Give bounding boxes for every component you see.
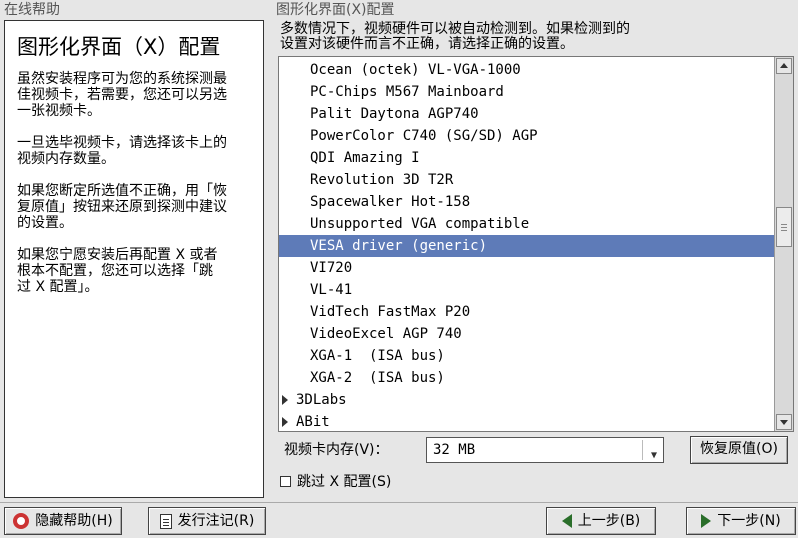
list-group-item[interactable]: 3DLabs: [279, 389, 775, 411]
skip-x-config-checkbox[interactable]: 跳过 X 配置(S): [280, 473, 391, 491]
select-separator: [642, 440, 643, 460]
document-icon: [159, 513, 172, 529]
checkbox-icon[interactable]: [280, 476, 291, 487]
next-button[interactable]: 下一步(N): [686, 507, 796, 535]
arrow-left-icon: [561, 514, 572, 528]
list-item[interactable]: PC-Chips M567 Mainboard: [279, 81, 775, 103]
back-button[interactable]: 上一步(B): [546, 507, 656, 535]
help-panel: 图形化界面（X）配置 虽然安装程序可为您的系统探测最 佳视频卡，若需要，您还可以…: [4, 20, 264, 498]
release-notes-button[interactable]: 发行注记(R): [148, 507, 266, 535]
list-group-label: ABit: [296, 414, 330, 430]
help-paragraph: 虽然安装程序可为您的系统探测最 佳视频卡，若需要，您还可以另选 一张视频卡。: [17, 71, 227, 119]
help-lifebuoy-icon: [13, 513, 30, 529]
video-memory-select[interactable]: 32 MB ▼: [426, 437, 664, 463]
list-item[interactable]: PowerColor C740 (SG/SD) AGP: [279, 125, 775, 147]
grip-icon: [781, 224, 787, 225]
list-item[interactable]: VL-41: [279, 279, 775, 301]
scroll-down-button[interactable]: [776, 414, 792, 430]
skip-x-config-label: 跳过 X 配置(S): [297, 474, 392, 490]
video-card-list[interactable]: Ocean (octek) VL-VGA-1000 PC-Chips M567 M…: [278, 56, 794, 432]
restore-defaults-button[interactable]: 恢复原值(O): [690, 436, 788, 464]
list-scrollbar[interactable]: [774, 57, 793, 431]
list-group-item[interactable]: ABit: [279, 411, 775, 431]
list-item[interactable]: Revolution 3D T2R: [279, 169, 775, 191]
list-item[interactable]: Unsupported VGA compatible: [279, 213, 775, 235]
arrow-down-icon: [780, 420, 788, 425]
back-label: 上一步(B): [577, 513, 641, 529]
bottom-divider: [0, 502, 798, 503]
list-item[interactable]: QDI Amazing I: [279, 147, 775, 169]
release-notes-label: 发行注记(R): [177, 513, 255, 529]
list-item[interactable]: XGA-1 (ISA bus): [279, 345, 775, 367]
video-card-tree[interactable]: Ocean (octek) VL-VGA-1000 PC-Chips M567 M…: [279, 59, 775, 431]
list-item[interactable]: VideoExcel AGP 740: [279, 323, 775, 345]
list-item[interactable]: VI720: [279, 257, 775, 279]
list-item[interactable]: Palit Daytona AGP740: [279, 103, 775, 125]
grip-icon: [781, 227, 787, 228]
hide-help-label: 隐藏帮助(H): [35, 513, 113, 529]
list-item[interactable]: XGA-2 (ISA bus): [279, 367, 775, 389]
next-label: 下一步(N): [717, 513, 781, 529]
list-item[interactable]: VidTech FastMax P20: [279, 301, 775, 323]
help-paragraph: 如果您断定所选值不正确，用「恢 复原值」按钮来还原到探测中建议 的设置。: [17, 183, 227, 231]
hide-help-button[interactable]: 隐藏帮助(H): [4, 507, 122, 535]
scroll-thumb[interactable]: [776, 207, 792, 247]
video-memory-label: 视频卡内存(V)：: [284, 442, 389, 458]
arrow-right-icon: [701, 514, 712, 528]
chevron-down-icon: ▼: [650, 450, 657, 461]
config-group-title: 图形化界面(X)配置: [276, 2, 395, 18]
config-intro-text: 多数情况下，视频硬件可以被自动检测到。如果检测到的 设置对该硬件而言不正确，请选…: [280, 21, 630, 52]
help-paragraph: 一旦选毕视频卡，请选择该卡上的 视频内存数量。: [17, 135, 227, 167]
arrow-up-icon: [780, 63, 788, 68]
list-item[interactable]: Ocean (octek) VL-VGA-1000: [279, 59, 775, 81]
help-paragraph: 如果您宁愿安装后再配置 X 或者 根本不配置，您还可以选择「跳 过 X 配置」。: [17, 247, 218, 295]
list-item[interactable]: Spacewalker Hot-158: [279, 191, 775, 213]
help-group-title: 在线帮助: [4, 2, 60, 18]
list-group-label: 3DLabs: [296, 392, 347, 408]
expand-triangle-icon[interactable]: [282, 395, 288, 405]
grip-icon: [781, 230, 787, 231]
video-memory-value: 32 MB: [433, 442, 476, 458]
scroll-up-button[interactable]: [776, 58, 792, 74]
help-title: 图形化界面（X）配置: [17, 35, 221, 59]
list-item-selected[interactable]: VESA driver (generic): [279, 235, 775, 257]
expand-triangle-icon[interactable]: [282, 417, 288, 427]
